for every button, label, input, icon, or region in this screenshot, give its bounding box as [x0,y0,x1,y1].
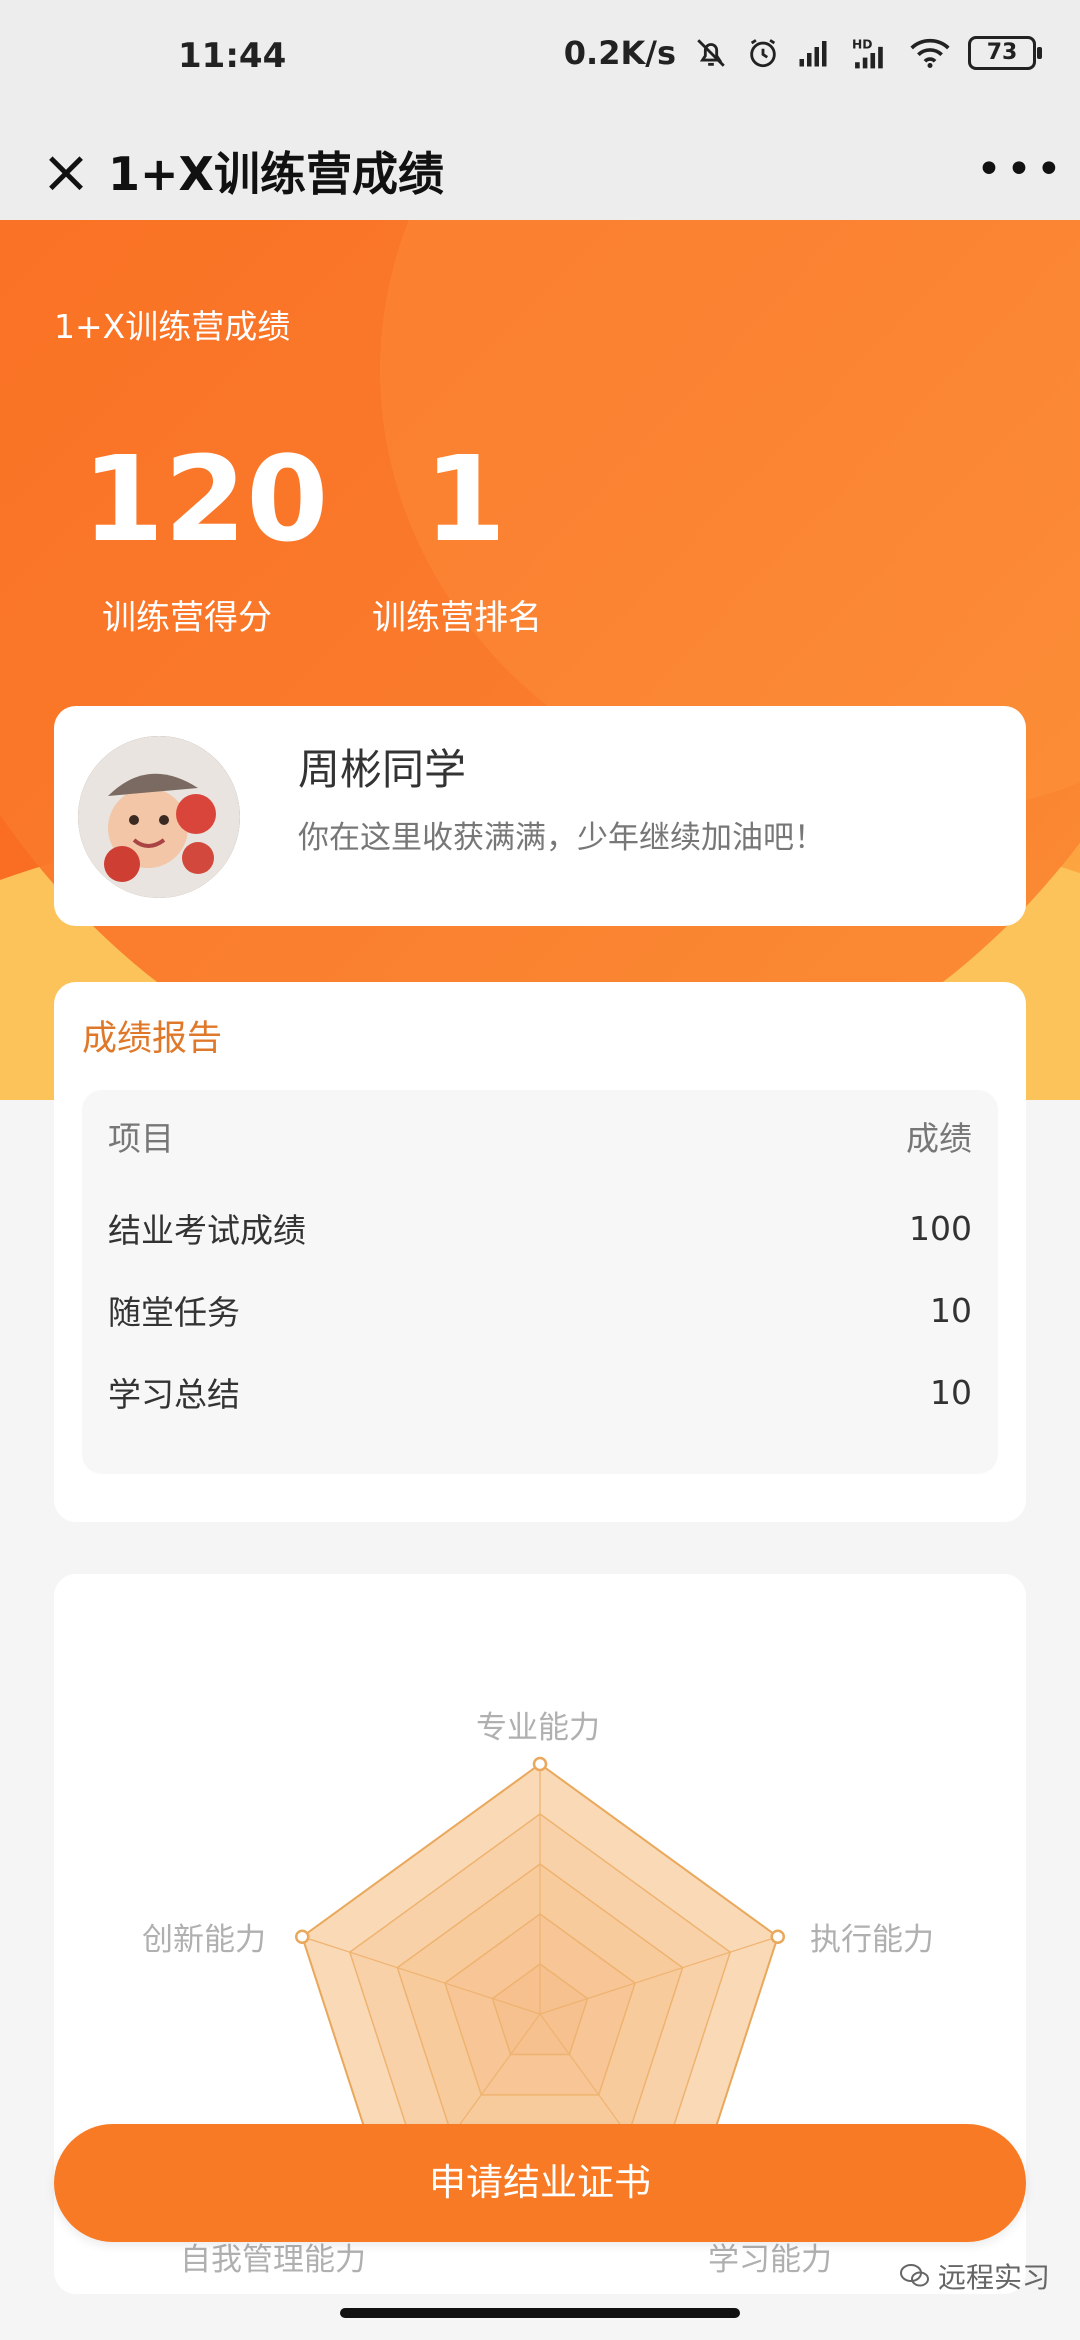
row-item: 学习总结 [108,1375,240,1414]
row-item: 随堂任务 [108,1293,240,1332]
hero-subtitle: 1+X训练营成绩 [54,307,291,346]
hd-signal-icon: HD [852,37,883,69]
radar-point-1 [770,1929,786,1944]
svg-text:HD: HD [852,37,873,51]
signal-icon [799,41,827,67]
row-score: 10 [930,1290,972,1330]
row-item: 结业考试成绩 [108,1211,306,1250]
avatar [78,736,240,898]
radar-label-innovation: 创新能力 [142,1922,266,1958]
row-score: 10 [930,1372,972,1412]
status-icons: 0.2K/s HD 73 [563,34,1042,72]
profile-card: 周彬同学 你在这里收获满满，少年继续加油吧！ [54,706,1026,926]
header-score: 成绩 [906,1119,972,1158]
header-item: 项目 [108,1119,174,1158]
table-row: 结业考试成绩 100 [108,1198,972,1258]
avatar-image [78,736,240,898]
alarm-icon [750,39,776,68]
watermark-text: 远程实习 [937,2261,1050,2294]
table-header: 项目 成绩 [108,1106,972,1166]
row-score: 100 [909,1208,972,1248]
page-title: 1+X训练营成绩 [108,147,445,201]
score-report-card: 成绩报告 项目 成绩 结业考试成绩 100 随堂任务 10 学习总结 10 [54,982,1026,1522]
wifi-icon [910,38,950,68]
score-value: 120 [82,430,329,568]
close-icon[interactable]: × [26,132,106,212]
report-title: 成绩报告 [82,1019,223,1059]
status-bar: 11:44 0.2K/s HD 73 [0,0,1080,120]
net-speed: 0.2K/s [563,34,676,72]
encouragement-text: 你在这里收获满满，少年继续加油吧！ [298,820,825,856]
student-name: 周彬同学 [298,745,467,794]
radar-label-execution: 执行能力 [810,1922,934,1958]
battery-icon: 73 [968,36,1042,70]
radar-point-4 [294,1929,310,1944]
rank-label: 训练营排名 [372,598,542,638]
radar-label-professional: 专业能力 [476,1710,600,1746]
apply-certificate-button[interactable]: 申请结业证书 [54,2124,1026,2242]
report-table: 项目 成绩 结业考试成绩 100 随堂任务 10 学习总结 10 [82,1090,998,1474]
watermark: 远程实习 [899,2256,1050,2296]
table-row: 学习总结 10 [108,1362,972,1422]
table-row: 随堂任务 10 [108,1280,972,1340]
hero-banner [0,220,1080,1100]
radar-point-0 [532,1756,548,1772]
wechat-icon [899,2264,929,2287]
bell-off-icon [697,39,725,67]
score-label: 训练营得分 [102,598,272,638]
home-indicator[interactable] [340,2308,740,2318]
more-options-icon[interactable]: ••• [976,138,1062,202]
rank-value: 1 [424,430,507,568]
title-bar: × 1+X训练营成绩 ••• [0,120,1080,220]
status-time: 11:44 [178,36,287,76]
